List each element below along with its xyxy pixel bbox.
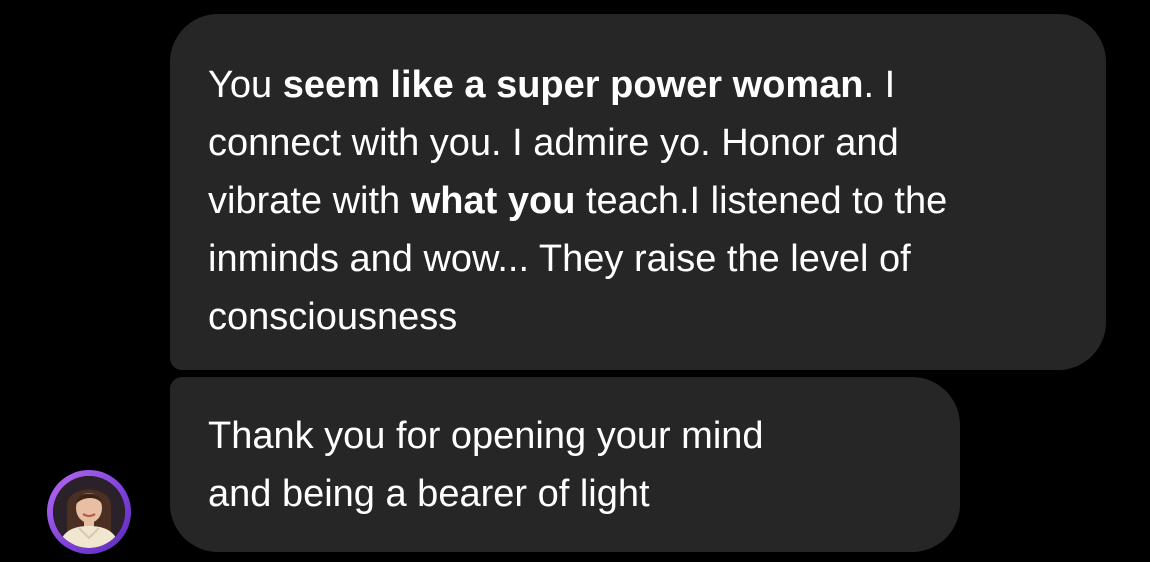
message-line: inminds and wow... They raise the level … (208, 238, 911, 280)
message-line: connect with you. I admire yo. Honor and (208, 122, 899, 164)
message-line: vibrate with what you teach.I listened t… (208, 180, 948, 222)
received-message-bubble[interactable]: Thank you for opening your mind and bein… (170, 377, 960, 552)
message-line: and being a bearer of light (208, 473, 650, 515)
message-line: consciousness (208, 296, 458, 338)
message-line: You seem like a super power woman. I (208, 64, 896, 106)
message-line: Thank you for opening your mind (208, 415, 764, 457)
sender-avatar[interactable] (47, 470, 131, 554)
received-message-bubble[interactable]: You seem like a super power woman. I con… (170, 14, 1106, 370)
profile-photo-icon (53, 476, 125, 548)
